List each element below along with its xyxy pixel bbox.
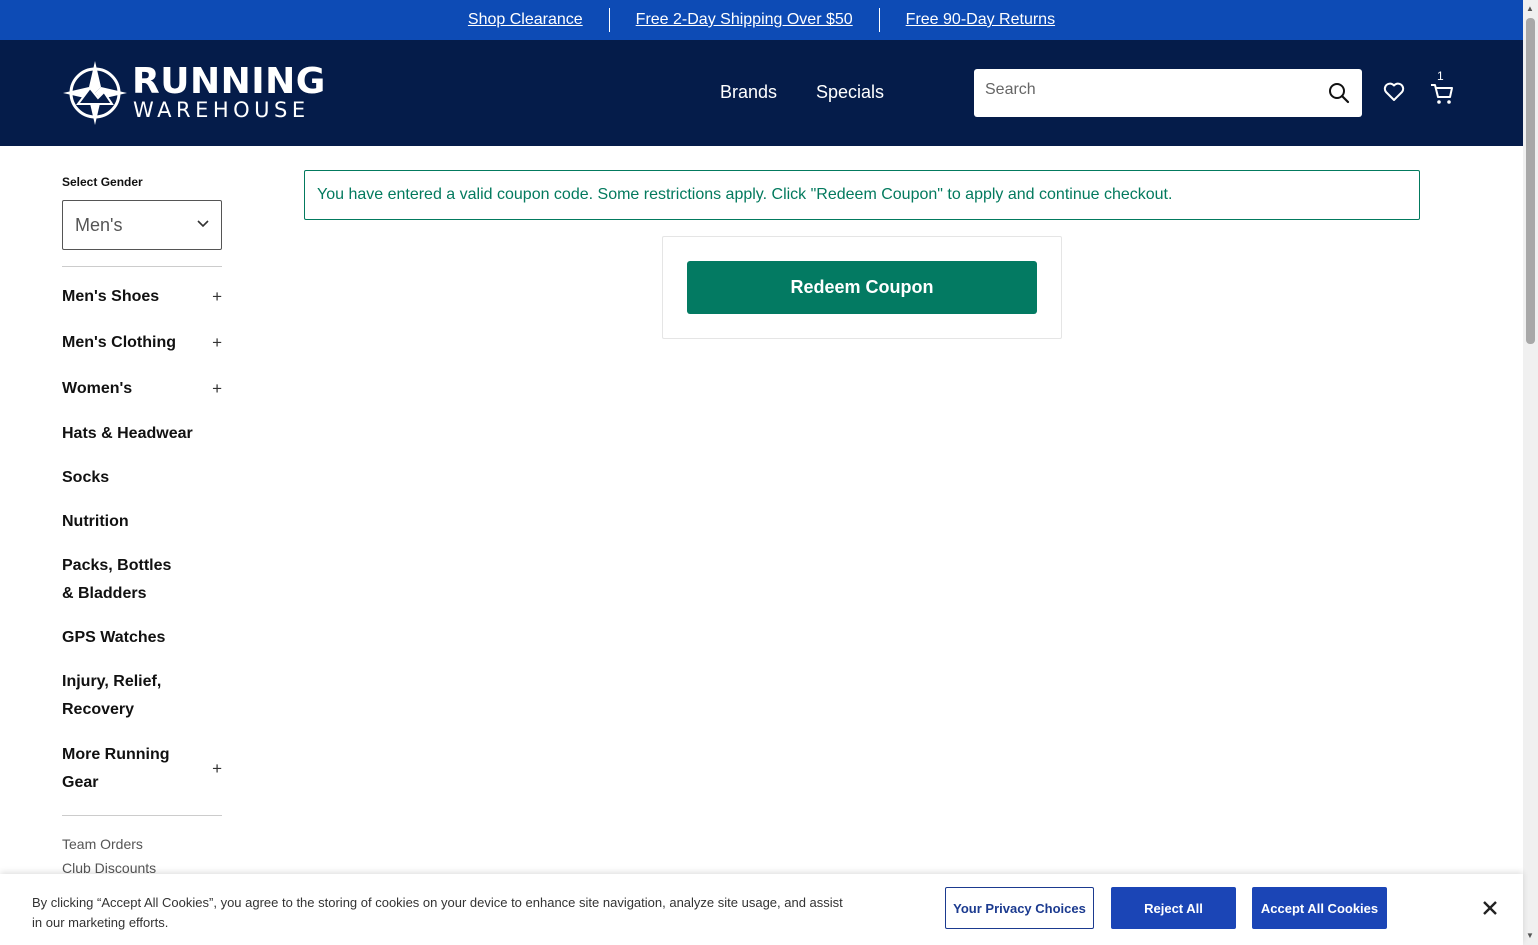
sidebar-item-mens-clothing[interactable]: Men's Clothing + (62, 329, 222, 357)
sidebar-item-label: Packs, Bottles & Bladders (62, 557, 172, 602)
alert-message: You have entered a valid coupon code. So… (317, 186, 1173, 203)
cookie-consent-banner: By clicking “Accept All Cookies”, you ag… (0, 874, 1523, 945)
running-warehouse-logo[interactable]: RUNNING WAREHOUSE (62, 60, 325, 126)
shop-clearance-link[interactable]: Shop Clearance (442, 8, 609, 32)
search-box (974, 69, 1362, 117)
logo-wordmark-bottom: WAREHOUSE (133, 98, 310, 122)
search-icon[interactable] (1328, 82, 1350, 104)
site-header: RUNNING WAREHOUSE Brands Specials 1 (0, 40, 1523, 146)
sidebar-item-womens[interactable]: Women's + (62, 375, 222, 403)
sidebar-item-label: Men's Clothing (62, 334, 177, 351)
nav-specials[interactable]: Specials (816, 82, 884, 103)
sidebar-item-label: Women's (62, 380, 133, 397)
sidebar-item-packs-bottles-bladders[interactable]: Packs, Bottles & Bladders (62, 552, 222, 608)
free-shipping-link[interactable]: Free 2-Day Shipping Over $50 (610, 8, 879, 32)
sidebar-divider (62, 266, 222, 267)
nav-brands[interactable]: Brands (720, 82, 777, 103)
sidebar-divider (62, 815, 222, 816)
select-gender-label: Select Gender (62, 175, 143, 189)
sidebar-item-socks[interactable]: Socks (62, 464, 222, 492)
free-returns-link[interactable]: Free 90-Day Returns (880, 8, 1081, 32)
sidebar-item-mens-shoes[interactable]: Men's Shoes + (62, 283, 222, 311)
expand-plus-icon[interactable]: + (212, 755, 222, 783)
sidebar-item-injury-relief-recovery[interactable]: Injury, Relief, Recovery (62, 668, 222, 724)
redeem-coupon-card: Redeem Coupon (662, 236, 1062, 339)
team-orders-link[interactable]: Team Orders (62, 836, 143, 852)
sidebar-item-nutrition[interactable]: Nutrition (62, 508, 222, 536)
page-scrollbar[interactable]: ▲ ▼ (1523, 0, 1538, 945)
scroll-down-arrow-icon[interactable]: ▼ (1526, 931, 1534, 940)
scrollbar-thumb[interactable] (1526, 18, 1535, 344)
reject-all-button[interactable]: Reject All (1111, 887, 1236, 929)
sidebar-item-label: Hats & Headwear (62, 425, 193, 442)
redeem-coupon-button[interactable]: Redeem Coupon (687, 261, 1037, 314)
gender-select-value: Men's (75, 215, 123, 235)
accept-all-cookies-button[interactable]: Accept All Cookies (1252, 887, 1387, 929)
search-input[interactable] (985, 81, 1305, 99)
expand-plus-icon[interactable]: + (212, 329, 222, 357)
gender-select[interactable]: Men's (62, 200, 222, 250)
privacy-choices-button[interactable]: Your Privacy Choices (945, 887, 1094, 929)
sidebar-item-more-running-gear[interactable]: More Running Gear + (62, 741, 222, 797)
sidebar-item-label: Injury, Relief, Recovery (62, 673, 162, 718)
sidebar-item-label: GPS Watches (62, 629, 166, 646)
cart-icon[interactable] (1430, 83, 1454, 105)
cart-count: 1 (1437, 69, 1444, 83)
cookie-consent-text: By clicking “Accept All Cookies”, you ag… (32, 895, 843, 930)
compass-logo-icon (63, 61, 127, 125)
promo-bar: Shop Clearance Free 2-Day Shipping Over … (0, 0, 1523, 40)
logo-wordmark-top: RUNNING (132, 61, 326, 102)
sidebar-item-label: More Running Gear (62, 746, 170, 791)
close-icon[interactable] (1481, 899, 1499, 917)
sidebar-item-hats-headwear[interactable]: Hats & Headwear (62, 420, 222, 448)
wishlist-heart-icon[interactable] (1383, 82, 1405, 102)
chevron-down-icon (197, 220, 209, 228)
coupon-valid-alert: You have entered a valid coupon code. So… (304, 170, 1420, 220)
sidebar-item-label: Socks (62, 469, 110, 486)
sidebar-item-label: Nutrition (62, 513, 129, 530)
scroll-up-arrow-icon[interactable]: ▲ (1526, 4, 1534, 13)
expand-plus-icon[interactable]: + (212, 283, 222, 311)
sidebar-item-label: Men's Shoes (62, 288, 160, 305)
sidebar-item-gps-watches[interactable]: GPS Watches (62, 624, 222, 652)
expand-plus-icon[interactable]: + (212, 375, 222, 403)
